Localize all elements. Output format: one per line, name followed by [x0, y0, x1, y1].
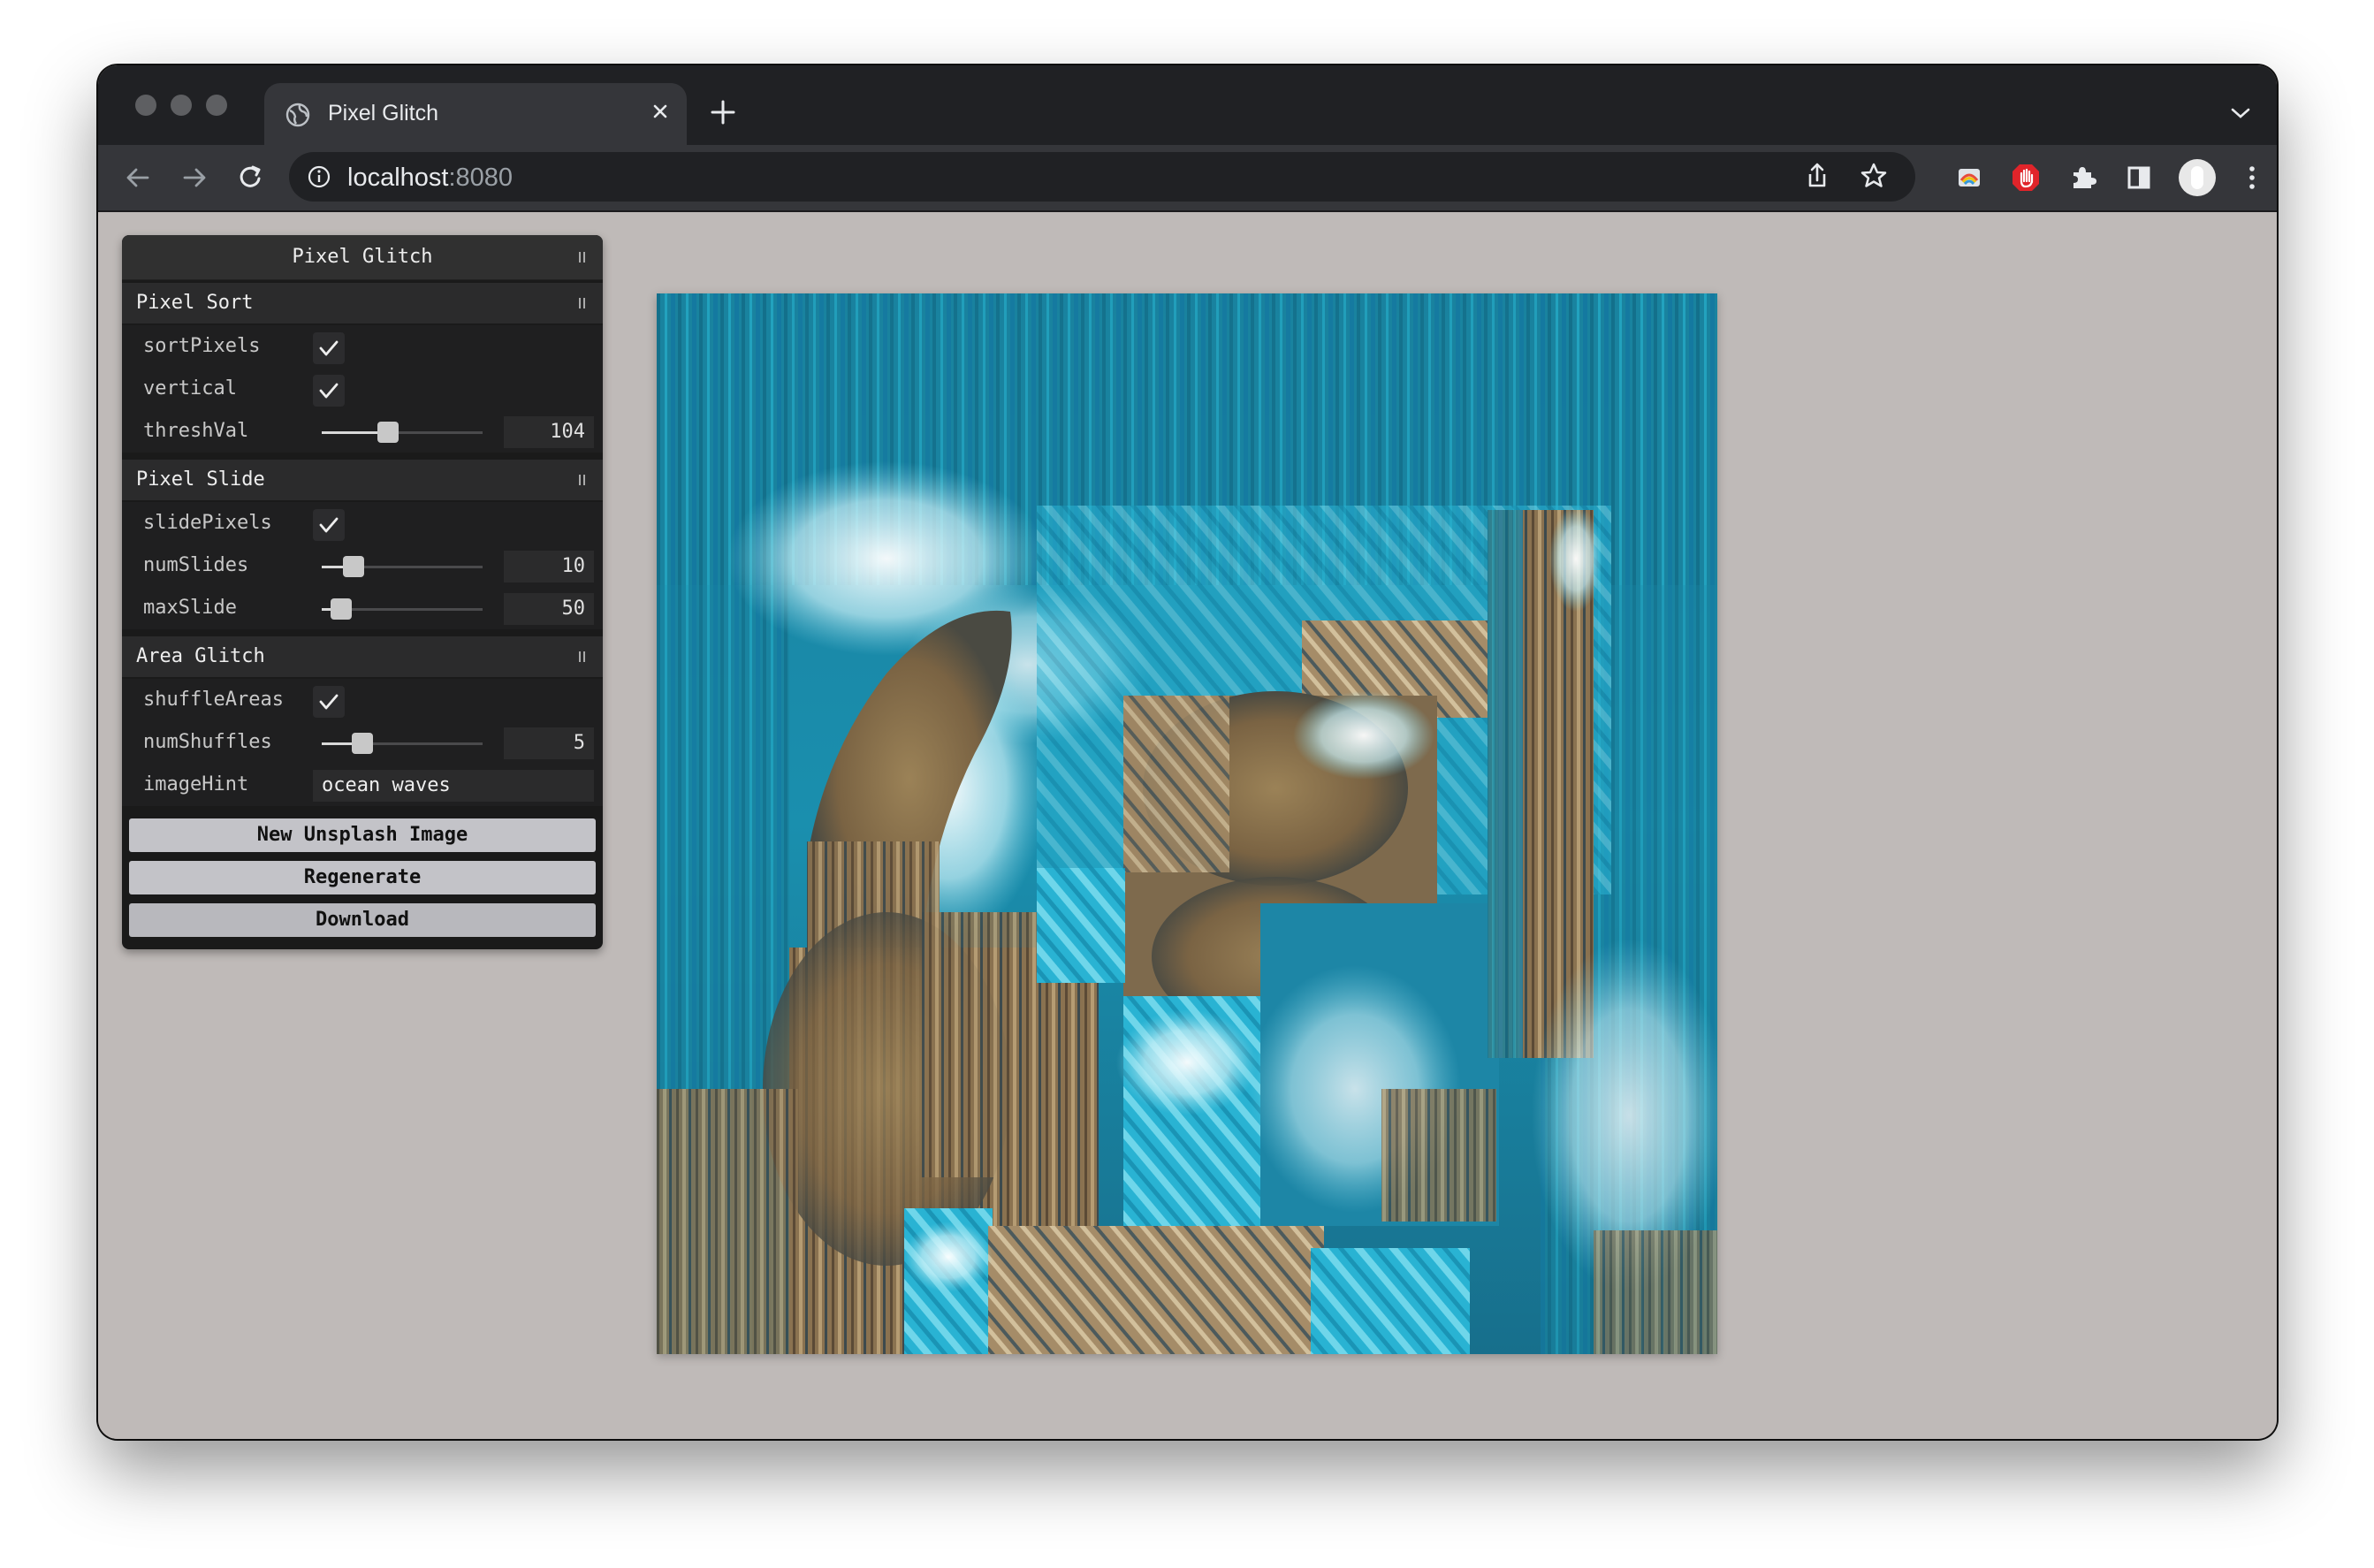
- label-slidePixels: slidePixels: [143, 512, 272, 534]
- slider-handle[interactable]: [377, 422, 399, 443]
- foam-patch-2: [1116, 1009, 1258, 1115]
- slider-numSlides[interactable]: [322, 556, 483, 577]
- input-imageHint[interactable]: ocean waves: [313, 770, 594, 802]
- collapse-icon: [578, 475, 587, 485]
- new-unsplash-image-button[interactable]: New Unsplash Image: [129, 818, 596, 852]
- checkbox-sortPixels[interactable]: [313, 332, 345, 364]
- url-port: :8080: [448, 164, 514, 192]
- folder-title-area-glitch: Area Glitch: [136, 645, 265, 667]
- row-slidePixels: slidePixels: [122, 502, 603, 544]
- label-numShuffles: numShuffles: [143, 731, 272, 753]
- tab-strip: Pixel Glitch: [98, 65, 2277, 147]
- adblock-hand-icon[interactable]: [2009, 161, 2043, 194]
- checkmark-icon: [319, 383, 339, 399]
- label-vertical: vertical: [143, 377, 237, 400]
- close-tab-icon[interactable]: [646, 97, 674, 126]
- slider-handle[interactable]: [352, 733, 373, 754]
- input-maxSlide[interactable]: 50: [504, 593, 594, 625]
- slider-handle[interactable]: [343, 556, 364, 577]
- slider-maxSlide[interactable]: [322, 598, 483, 620]
- new-tab-icon[interactable]: [708, 97, 738, 127]
- forward-icon[interactable]: [178, 161, 211, 194]
- download-button[interactable]: Download: [129, 903, 596, 937]
- label-threshVal: threshVal: [143, 420, 249, 442]
- foam-patch-6: [904, 1222, 993, 1292]
- label-numSlides: numSlides: [143, 554, 249, 576]
- reload-icon[interactable]: [234, 161, 268, 194]
- extensions-puzzle-icon[interactable]: [2066, 161, 2099, 194]
- row-numSlides: numSlides 10: [122, 544, 603, 587]
- checkmark-icon: [319, 694, 339, 710]
- checkbox-slidePixels[interactable]: [313, 509, 345, 541]
- share-icon[interactable]: [1800, 159, 1834, 193]
- control-panel: Pixel Glitch Pixel Sort sortPixels verti…: [122, 235, 603, 949]
- collapse-icon: [578, 298, 587, 308]
- browser-toolbar: localhost:8080: [98, 145, 2277, 212]
- checkbox-shuffleAreas[interactable]: [313, 686, 345, 718]
- input-numSlides[interactable]: 10: [504, 551, 594, 582]
- row-imageHint: imageHint ocean waves: [122, 764, 603, 806]
- profile-avatar[interactable]: [2179, 159, 2216, 196]
- minimize-window-dot[interactable]: [171, 95, 192, 116]
- back-icon[interactable]: [121, 161, 155, 194]
- chevron-down-icon[interactable]: [2227, 104, 2254, 122]
- avatar-silhouette: [2191, 166, 2203, 189]
- rock-streaks-bottom-right: [1594, 1230, 1717, 1354]
- zoom-window-dot[interactable]: [206, 95, 227, 116]
- browser-window: Pixel Glitch localhost:8080 Pixel Glitch…: [98, 65, 2277, 1439]
- foam-patch-1: [1293, 691, 1434, 780]
- bookmark-star-icon[interactable]: [1857, 159, 1891, 193]
- folder-pixel-sort[interactable]: Pixel Sort: [122, 283, 603, 323]
- slid-water-block-1: [1037, 868, 1125, 983]
- address-bar[interactable]: localhost:8080: [289, 152, 1915, 202]
- row-maxSlide: maxSlide 50: [122, 587, 603, 629]
- folder-area-glitch[interactable]: Area Glitch: [122, 636, 603, 677]
- globe-icon: [285, 103, 310, 127]
- panel-title[interactable]: Pixel Glitch: [122, 235, 603, 280]
- slider-numShuffles[interactable]: [322, 733, 483, 754]
- rock-streaks-mid: [1381, 1089, 1496, 1222]
- slider-handle[interactable]: [331, 598, 352, 620]
- label-shuffleAreas: shuffleAreas: [143, 689, 284, 711]
- label-maxSlide: maxSlide: [143, 597, 237, 619]
- folder-title-pixel-sort: Pixel Sort: [136, 292, 254, 314]
- page-content: Pixel Glitch Pixel Sort sortPixels verti…: [98, 212, 2277, 1439]
- folder-title-pixel-slide: Pixel Slide: [136, 468, 265, 491]
- more-menu-icon[interactable]: [2235, 161, 2269, 194]
- tab-pixel-glitch[interactable]: Pixel Glitch: [264, 83, 687, 147]
- checkmark-icon: [319, 517, 339, 533]
- checkbox-vertical[interactable]: [313, 375, 345, 407]
- row-numShuffles: numShuffles 5: [122, 721, 603, 764]
- shuffled-area-6: [1311, 1248, 1470, 1354]
- input-threshVal[interactable]: 104: [504, 416, 594, 448]
- checkmark-icon: [319, 340, 339, 356]
- slid-rock-corner: [1123, 696, 1229, 872]
- glitch-canvas: [657, 293, 1717, 1354]
- close-window-dot[interactable]: [135, 95, 156, 116]
- url-text: localhost:8080: [347, 164, 513, 193]
- row-vertical: vertical: [122, 368, 603, 410]
- slider-threshVal[interactable]: [322, 422, 483, 443]
- side-panel-icon[interactable]: [2122, 161, 2156, 194]
- row-shuffleAreas: shuffleAreas: [122, 679, 603, 721]
- sorted-strip-4: [1488, 510, 1523, 1058]
- label-sortPixels: sortPixels: [143, 335, 261, 357]
- url-host: localhost: [347, 164, 449, 192]
- regenerate-button[interactable]: Regenerate: [129, 861, 596, 894]
- collapse-icon: [578, 651, 587, 662]
- rock-streaks-bottom-left: [657, 1089, 798, 1354]
- panel-title-collapse-icon[interactable]: [578, 252, 587, 263]
- slid-rock-band-bottom: [988, 1226, 1324, 1354]
- extension-picture-icon[interactable]: [1952, 161, 1986, 194]
- row-threshVal: threshVal 104: [122, 410, 603, 453]
- row-sortPixels: sortPixels: [122, 325, 603, 368]
- input-numShuffles[interactable]: 5: [504, 727, 594, 759]
- foam-patch-4: [1549, 506, 1602, 612]
- info-icon[interactable]: [307, 164, 331, 189]
- folder-pixel-slide[interactable]: Pixel Slide: [122, 460, 603, 500]
- tab-title: Pixel Glitch: [328, 101, 439, 126]
- label-imageHint: imageHint: [143, 773, 249, 795]
